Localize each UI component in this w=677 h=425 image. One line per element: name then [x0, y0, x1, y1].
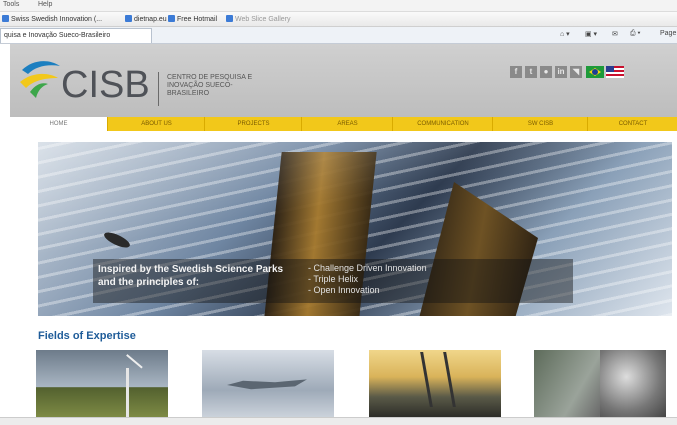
rss-icon[interactable]: ◥ — [570, 66, 582, 78]
usa-flag-icon[interactable] — [606, 66, 624, 78]
microscope-image — [600, 350, 666, 417]
field-thumbnail-fighter-jet[interactable] — [202, 350, 334, 417]
favorite-link[interactable]: Web Slice Gallery — [226, 15, 291, 23]
turbine-blade — [113, 354, 143, 384]
bridge-silhouette — [420, 352, 456, 407]
tab-title: quisa e Inovação Sueco-Brasileiro — [4, 32, 111, 39]
favorite-link[interactable]: Free Hotmail — [168, 15, 217, 23]
hero-bullet: - Triple Helix — [308, 274, 359, 284]
page-icon — [2, 15, 9, 22]
menu-help[interactable]: Help — [38, 1, 52, 8]
flickr-icon[interactable]: ● — [540, 66, 552, 78]
jet-silhouette — [227, 379, 307, 390]
page-icon — [168, 15, 175, 22]
browser-tab[interactable]: quisa e Inovação Sueco-Brasileiro — [0, 28, 152, 43]
facebook-icon[interactable]: f — [510, 66, 522, 78]
page-icon — [226, 15, 233, 22]
fields-of-expertise-title: Fields of Expertise — [38, 330, 136, 342]
nav-about-us[interactable]: ABOUT US — [107, 117, 205, 131]
field-thumbnail-research[interactable] — [534, 350, 666, 417]
main-nav: HOME ABOUT US PROJECTS AREAS COMMUNICATI… — [10, 117, 677, 131]
nav-projects[interactable]: PROJECTS — [204, 117, 302, 131]
print-icon[interactable]: ⎙ ▾ — [630, 30, 641, 38]
nav-areas[interactable]: AREAS — [301, 117, 393, 131]
nav-sw-cisb[interactable]: SW CISB — [492, 117, 588, 131]
field-thumbnail-wind-turbine[interactable] — [36, 350, 168, 417]
logo-text[interactable]: CISB — [61, 66, 150, 104]
cisb-logo-icon[interactable] — [18, 56, 64, 104]
page-menu[interactable]: Page — [660, 30, 676, 37]
favorites-bar: Swiss Swedish Innovation (... dietnap.eu… — [0, 12, 677, 27]
site-header: CISB CENTRO DE PESQUISA E INOVAÇÃO SUECO… — [10, 44, 677, 117]
hero-bullet: - Challenge Driven Innovation — [308, 263, 427, 273]
nav-contact[interactable]: CONTACT — [587, 117, 677, 131]
home-icon[interactable]: ⌂ ▾ — [560, 30, 570, 38]
mail-icon[interactable]: ✉ — [612, 30, 618, 38]
linkedin-icon[interactable]: in — [555, 66, 567, 78]
nav-communication[interactable]: COMMUNICATION — [392, 117, 493, 131]
hero-bullets: - Challenge Driven Innovation - Triple H… — [308, 263, 427, 296]
brazil-flag-icon[interactable] — [586, 66, 604, 78]
hero-bullet: - Open Innovation — [308, 285, 380, 295]
favorite-link[interactable]: dietnap.eu — [125, 15, 167, 23]
twitter-icon[interactable]: t — [525, 66, 537, 78]
logo-divider — [158, 72, 159, 106]
favorite-link[interactable]: Swiss Swedish Innovation (... — [2, 15, 102, 23]
logo-subtitle: CENTRO DE PESQUISA E INOVAÇÃO SUECO-BRAS… — [167, 74, 253, 97]
menu-tools[interactable]: Tools — [3, 1, 19, 8]
hero-banner[interactable]: Inspired by the Swedish Science Parks an… — [38, 142, 672, 316]
browser-menu-bar: Tools Help — [0, 0, 677, 12]
browser-tab-bar: quisa e Inovação Sueco-Brasileiro ⌂ ▾ ▣ … — [0, 27, 677, 44]
field-thumbnail-bridge[interactable] — [369, 350, 501, 417]
page-icon — [125, 15, 132, 22]
feeds-icon[interactable]: ▣ ▾ — [585, 30, 597, 38]
hero-title: Inspired by the Swedish Science Parks an… — [98, 264, 284, 288]
hero-caption: Inspired by the Swedish Science Parks an… — [93, 259, 573, 303]
page-viewport: CISB CENTRO DE PESQUISA E INOVAÇÃO SUECO… — [0, 44, 677, 417]
nav-home[interactable]: HOME — [10, 117, 107, 131]
